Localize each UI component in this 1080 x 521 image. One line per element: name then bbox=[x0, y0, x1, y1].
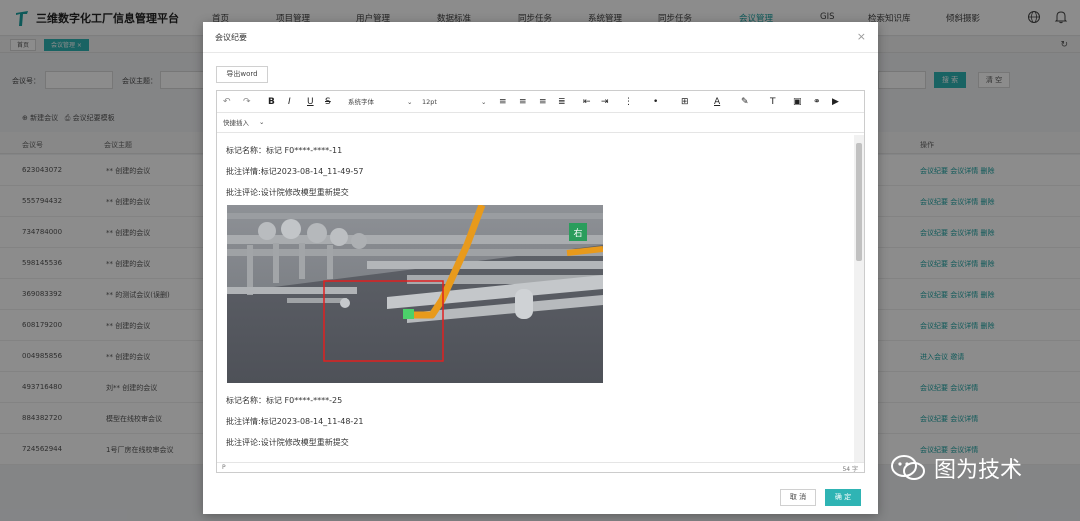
clear-format-icon[interactable]: T bbox=[770, 96, 776, 108]
bold-icon[interactable]: B bbox=[268, 96, 275, 108]
quick-insert-bar: 快捷插入 ⌄ bbox=[217, 113, 864, 133]
element-path: P bbox=[222, 464, 226, 471]
confirm-button[interactable]: 确 定 bbox=[825, 489, 861, 506]
image-icon[interactable]: ▣ bbox=[793, 96, 802, 108]
modal-header: 会议纪要 × bbox=[203, 22, 878, 53]
chevron-down-icon[interactable]: ⌄ bbox=[481, 96, 486, 108]
rich-text-editor[interactable]: ↶ ↷ B I U S 系统字体 ⌄ 12pt ⌄ ≡ ≡ ≡ ≣ ⇤ ⇥ ⋮ … bbox=[216, 90, 865, 473]
word-count: 54 字 bbox=[842, 466, 858, 473]
mark1-detail: 批注详情:标记2023-08-14_11-49-57 bbox=[226, 167, 364, 176]
chevron-down-icon[interactable]: ⌄ bbox=[407, 96, 412, 108]
chevron-down-icon[interactable]: ⌄ bbox=[259, 116, 264, 128]
align-center-icon[interactable]: ≡ bbox=[519, 96, 527, 108]
mark1-name: 标记名称：标记 F0****-****-11 bbox=[226, 146, 343, 155]
font-family-select[interactable]: 系统字体 bbox=[348, 96, 374, 108]
table-icon[interactable]: ⊞ bbox=[681, 96, 689, 108]
watermark-text: 图为技术 bbox=[934, 458, 1023, 483]
wechat-icon bbox=[891, 455, 925, 480]
scrollbar-thumb[interactable] bbox=[856, 143, 862, 261]
text-color-icon[interactable]: A bbox=[714, 96, 720, 108]
undo-icon[interactable]: ↶ bbox=[223, 96, 231, 108]
mark2-comment: 批注评论:设计院修改模型重新提交 bbox=[226, 438, 349, 447]
editor-scrollbar[interactable] bbox=[854, 135, 864, 462]
export-word-button[interactable]: 导出word bbox=[216, 66, 268, 83]
modal-title: 会议纪要 bbox=[215, 33, 247, 42]
strikethrough-icon[interactable]: S bbox=[325, 96, 331, 108]
quick-insert-menu[interactable]: 快捷插入 bbox=[223, 117, 249, 129]
svg-text:右: 右 bbox=[573, 227, 582, 239]
editor-toolbar: ↶ ↷ B I U S 系统字体 ⌄ 12pt ⌄ ≡ ≡ ≡ ≣ ⇤ ⇥ ⋮ … bbox=[217, 91, 864, 113]
media-icon[interactable]: ▶ bbox=[832, 96, 839, 108]
mark2-detail: 批注详情:标记2023-08-14_11-48-21 bbox=[226, 417, 364, 426]
cancel-button[interactable]: 取 消 bbox=[780, 489, 816, 506]
outdent-icon[interactable]: ⇤ bbox=[583, 96, 591, 108]
mark2-name: 标记名称：标记 F0****-****-25 bbox=[226, 396, 343, 405]
indent-icon[interactable]: ⇥ bbox=[601, 96, 609, 108]
underline-icon[interactable]: U bbox=[307, 96, 314, 108]
annotation-screenshot: 右 bbox=[227, 205, 603, 383]
bullet-list-icon[interactable]: • bbox=[653, 96, 658, 108]
editor-statusbar: P 54 字 bbox=[217, 462, 864, 473]
close-icon[interactable]: × bbox=[857, 30, 866, 43]
italic-icon[interactable]: I bbox=[288, 96, 291, 108]
mark1-comment: 批注评论:设计院修改模型重新提交 bbox=[226, 188, 349, 197]
font-size-select[interactable]: 12pt bbox=[422, 96, 437, 108]
numbered-list-icon[interactable]: ⋮ bbox=[624, 96, 633, 108]
align-justify-icon[interactable]: ≣ bbox=[558, 96, 566, 108]
align-right-icon[interactable]: ≡ bbox=[539, 96, 547, 108]
align-left-icon[interactable]: ≡ bbox=[499, 96, 507, 108]
redo-icon[interactable]: ↷ bbox=[243, 96, 251, 108]
highlight-icon[interactable]: ✎ bbox=[741, 96, 749, 108]
minutes-modal: 会议纪要 × 导出word ↶ ↷ B I U S 系统字体 ⌄ 12pt ⌄ … bbox=[203, 22, 878, 514]
link-icon[interactable]: ⚭ bbox=[813, 96, 821, 108]
editor-content[interactable]: 标记名称：标记 F0****-****-11 批注详情:标记2023-08-14… bbox=[217, 135, 855, 462]
watermark: 图为技术 bbox=[890, 452, 1022, 484]
